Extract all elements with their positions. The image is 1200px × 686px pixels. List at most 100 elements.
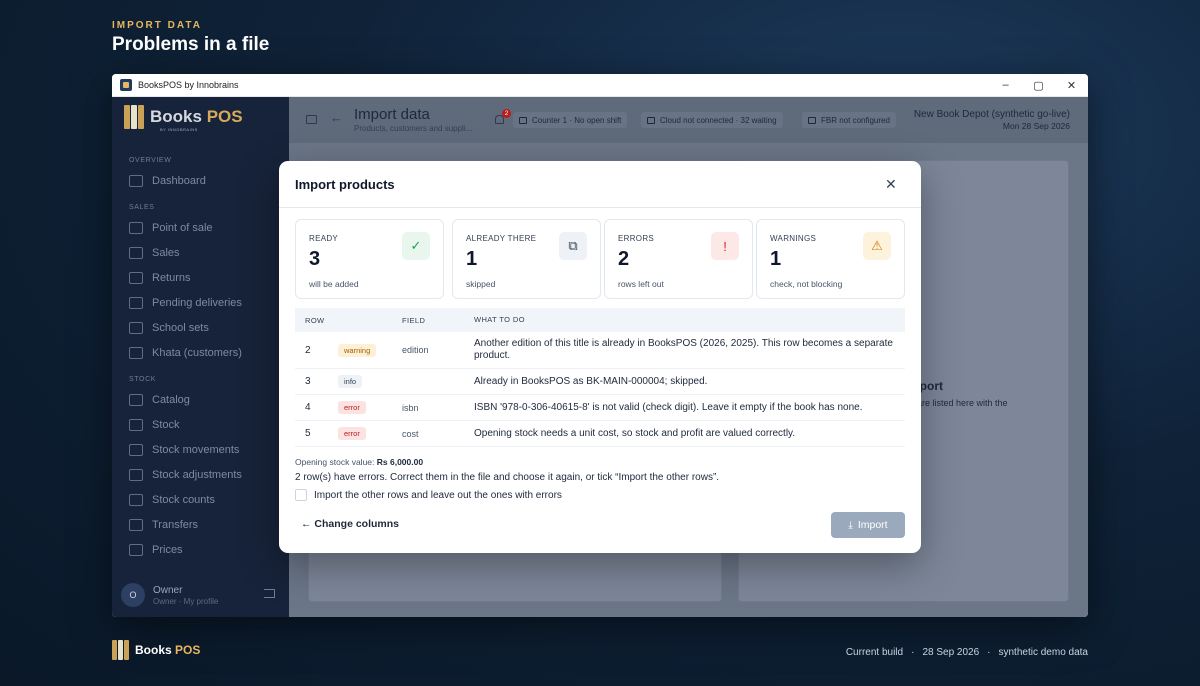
opening-stock-value: Opening stock value: Rs 6,000.00 bbox=[295, 457, 424, 467]
sidebar-item-transfers[interactable]: Transfers bbox=[129, 519, 198, 531]
stat-sub: check, not blocking bbox=[770, 279, 843, 289]
stat-value: 2 bbox=[618, 248, 630, 270]
footer-meta: Current build · 28 Sep 2026 · synthetic … bbox=[845, 647, 1089, 658]
stat-label: ERRORS bbox=[618, 234, 655, 243]
user-profile[interactable]: O Owner Owner · My profile bbox=[121, 583, 218, 607]
logout-icon[interactable] bbox=[264, 589, 275, 598]
hero-eyebrow: IMPORT DATA bbox=[112, 20, 202, 31]
col-what: WHAT TO DO bbox=[474, 315, 525, 324]
sidebar-item-adjustments[interactable]: Stock adjustments bbox=[129, 469, 242, 481]
stat-card: ALREADY THERE 1 skipped ⧉ bbox=[452, 219, 601, 299]
sales-icon bbox=[129, 247, 143, 259]
maximize-icon[interactable]: ▢ bbox=[1022, 74, 1055, 96]
severity-badge: error bbox=[338, 401, 366, 414]
severity-badge: info bbox=[338, 375, 363, 388]
hero-title: Problems in a file bbox=[112, 34, 270, 55]
page-subtitle: Products, customers and suppli... bbox=[354, 124, 473, 133]
stat-value: 3 bbox=[309, 248, 321, 270]
errors-note: 2 row(s) have errors. Correct them in th… bbox=[295, 472, 720, 483]
table-header: ROW FIELD WHAT TO DO bbox=[295, 308, 905, 332]
row-action: Opening stock needs a unit cost, so stoc… bbox=[474, 427, 796, 439]
window-controls: – ▢ ✕ bbox=[989, 74, 1088, 96]
stat-value: 1 bbox=[770, 248, 782, 270]
divider bbox=[279, 207, 921, 208]
row-field: edition bbox=[402, 345, 429, 355]
customers-icon bbox=[129, 347, 143, 359]
back-arrow-icon[interactable]: ← bbox=[330, 110, 343, 125]
row-field: isbn bbox=[402, 402, 419, 413]
table-row: 4 error isbn ISBN '978-0-306-40615-8' is no… bbox=[295, 395, 905, 421]
checkbox[interactable] bbox=[295, 489, 307, 501]
top-bar: ← Import data Products, customers and su… bbox=[289, 97, 1088, 143]
sidebar-item-prices[interactable]: Prices bbox=[129, 544, 183, 556]
arrows-icon bbox=[129, 444, 143, 456]
sidebar-item-pending[interactable]: Pending deliveries bbox=[129, 297, 242, 309]
sidebar-item-khata[interactable]: Khata (customers) bbox=[129, 347, 242, 359]
user-name: Owner bbox=[153, 584, 183, 596]
copy-icon: ⧉ bbox=[559, 232, 587, 260]
modal-title: Import products bbox=[295, 177, 395, 192]
sidebar-item-sales[interactable]: Sales bbox=[129, 247, 180, 259]
sidebar: Books POS BY INNOBRAINS OVERVIEW Dashboa… bbox=[112, 97, 289, 617]
cloud-chip[interactable]: Cloud not connected · 32 waiting bbox=[641, 112, 783, 128]
window-titlebar: BooksPOS by Innobrains – ▢ ✕ bbox=[112, 74, 1088, 97]
bg-text: ut are listed here with the bbox=[907, 398, 1008, 408]
stat-sub: skipped bbox=[466, 279, 496, 289]
sidebar-toggle-icon[interactable] bbox=[306, 115, 317, 124]
sidebar-item-catalog[interactable]: Catalog bbox=[129, 394, 190, 406]
issues-table: ROW FIELD WHAT TO DO 2 warning edition Anot… bbox=[295, 308, 905, 447]
app-icon bbox=[120, 79, 132, 91]
table-row: 5 error cost Opening stock needs a unit cos… bbox=[295, 421, 905, 447]
import-products-modal: Import products ✕ READY 3 will be added ✓ AL… bbox=[279, 161, 921, 553]
stat-card: READY 3 will be added ✓ bbox=[295, 219, 444, 299]
stat-card: ERRORS 2 rows left out! bbox=[604, 219, 753, 299]
col-field: FIELD bbox=[402, 315, 426, 325]
page-title: Import data bbox=[354, 106, 430, 123]
register-icon bbox=[519, 116, 527, 124]
section-stock: STOCK bbox=[129, 376, 156, 383]
hourglass-icon bbox=[129, 297, 143, 309]
counter-chip[interactable]: Counter 1 · No open shift bbox=[513, 112, 628, 128]
minimize-icon[interactable]: – bbox=[989, 74, 1022, 96]
section-overview: OVERVIEW bbox=[129, 157, 172, 164]
footer-date: 28 Sep 2026 bbox=[922, 647, 980, 658]
footer-data: synthetic demo data bbox=[998, 647, 1089, 658]
stat-sub: rows left out bbox=[618, 279, 664, 289]
row-number: 2 bbox=[305, 344, 311, 356]
tag-icon bbox=[129, 544, 143, 556]
truck-icon bbox=[129, 519, 143, 531]
table-row: 3 info Already in BooksPOS as BK-MAIN-0000… bbox=[295, 369, 905, 395]
sidebar-item-counts[interactable]: Stock counts bbox=[129, 494, 215, 506]
catalog-icon bbox=[129, 394, 143, 406]
import-icon: ⤓ bbox=[848, 519, 853, 531]
cloud-icon bbox=[647, 116, 655, 124]
sidebar-item-movements[interactable]: Stock movements bbox=[129, 444, 239, 456]
import-other-rows-checkbox[interactable]: Import the other rows and leave out the … bbox=[295, 489, 562, 501]
avatar: O bbox=[121, 583, 145, 607]
stat-card: WARNINGS 1 check, not blocking ⚠ bbox=[756, 219, 905, 299]
stat-sub: will be added bbox=[309, 279, 359, 289]
adjust-icon bbox=[129, 469, 143, 481]
window-title: BooksPOS by Innobrains bbox=[138, 80, 239, 90]
stat-label: ALREADY THERE bbox=[466, 234, 537, 243]
sidebar-item-school[interactable]: School sets bbox=[129, 322, 209, 334]
close-window-icon[interactable]: ✕ bbox=[1055, 74, 1088, 96]
row-action: ISBN '978-0-306-40615-8' is not valid (c… bbox=[474, 401, 863, 413]
sidebar-item-dashboard[interactable]: Dashboard bbox=[129, 175, 206, 187]
sidebar-item-pos[interactable]: Point of sale bbox=[129, 222, 213, 234]
change-columns-button[interactable]: ← Change columns bbox=[301, 518, 399, 530]
arrow-left-icon: ← bbox=[301, 518, 312, 530]
warning-triangle-icon: ⚠ bbox=[863, 232, 891, 260]
close-icon[interactable]: ✕ bbox=[885, 176, 897, 193]
clipboard-icon bbox=[129, 494, 143, 506]
fbr-chip[interactable]: FBR not configured bbox=[802, 112, 896, 128]
alert-circle-icon: ! bbox=[711, 232, 739, 260]
sidebar-item-stock[interactable]: Stock bbox=[129, 419, 180, 431]
notification-badge: 2 bbox=[502, 109, 511, 118]
box-icon bbox=[129, 419, 143, 431]
import-button[interactable]: ⤓ Import bbox=[831, 512, 905, 538]
shield-icon bbox=[808, 116, 816, 124]
severity-badge: error bbox=[338, 427, 366, 440]
returns-icon bbox=[129, 272, 143, 284]
sidebar-item-returns[interactable]: Returns bbox=[129, 272, 191, 284]
